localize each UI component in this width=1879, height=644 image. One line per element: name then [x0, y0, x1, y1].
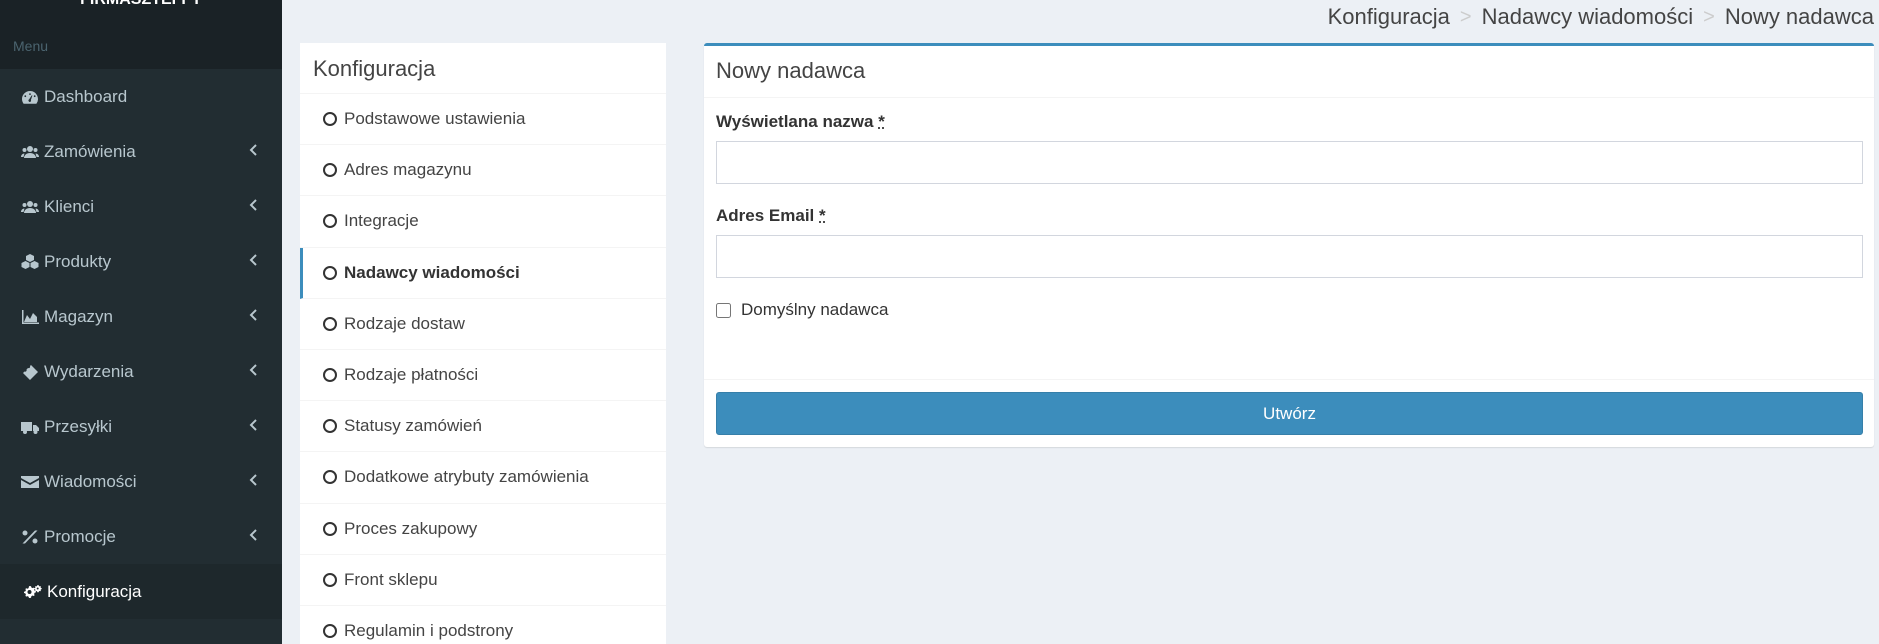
- circle-icon: [323, 163, 337, 178]
- email-input[interactable]: [716, 235, 1863, 278]
- config-item-label: Regulamin i podstrony: [344, 620, 514, 640]
- cubes-icon: [19, 253, 41, 271]
- config-item-nadawcy-wiadomosci[interactable]: Nadawcy wiadomości: [300, 247, 666, 299]
- circle-icon: [323, 470, 337, 485]
- config-item-label: Dodatkowe atrybuty zamówienia: [344, 467, 589, 487]
- required-mark: *: [878, 112, 885, 131]
- config-item-integracje[interactable]: Integracje: [300, 196, 666, 248]
- envelope-icon: [19, 473, 41, 491]
- sidebar-item-konfiguracja[interactable]: Konfiguracja: [0, 564, 282, 619]
- sidebar-item-zamowienia[interactable]: Zamówienia: [0, 124, 282, 179]
- sidebar-item-label: Promocje: [44, 526, 116, 546]
- config-item-regulamin[interactable]: Regulamin i podstrony: [300, 606, 666, 644]
- sidebar-item-label: Zamówienia: [44, 141, 136, 161]
- sidebar-item-wiadomosci[interactable]: Wiadomości: [0, 454, 282, 509]
- config-menu-panel: Konfiguracja Podstawowe ustawienia Adres…: [300, 43, 666, 644]
- users-icon: [19, 198, 41, 216]
- chevron-left-icon: [248, 418, 260, 431]
- sidebar-item-label: Produkty: [44, 251, 112, 271]
- default-sender-row: Domyślny nadawca: [716, 300, 1862, 320]
- sidebar-item-promocje[interactable]: Promocje: [0, 509, 282, 564]
- config-item-statusy-zamowien[interactable]: Statusy zamówień: [300, 401, 666, 453]
- circle-icon: [323, 368, 337, 383]
- sidebar-item-label: Wydarzenia: [44, 361, 134, 381]
- circle-icon: [323, 214, 337, 229]
- brand-logo[interactable]: FIRMASZTEFFY: [0, 0, 282, 27]
- config-item-label: Proces zakupowy: [344, 518, 478, 538]
- config-item-label: Podstawowe ustawienia: [344, 109, 526, 129]
- email-label-text: Adres Email: [716, 206, 815, 225]
- email-label: Adres Email *: [716, 206, 1862, 226]
- chevron-left-icon: [248, 528, 260, 541]
- sidebar-item-label: Magazyn: [44, 306, 113, 326]
- sidebar-item-klienci[interactable]: Klienci: [0, 179, 282, 234]
- chevron-left-icon: [248, 198, 260, 211]
- chevron-left-icon: [248, 143, 260, 156]
- truck-icon: [19, 418, 41, 436]
- circle-icon: [323, 623, 337, 638]
- config-item-adres-magazynu[interactable]: Adres magazynu: [300, 145, 666, 197]
- chevron-left-icon: [248, 473, 260, 486]
- form-title: Nowy nadawca: [704, 46, 1874, 98]
- circle-icon: [323, 316, 337, 331]
- breadcrumb-item-nadawcy[interactable]: Nadawcy wiadomości: [1482, 4, 1694, 30]
- sidebar-item-dashboard[interactable]: Dashboard: [0, 69, 282, 124]
- config-panel-title: Konfiguracja: [300, 43, 666, 94]
- config-item-front-sklepu[interactable]: Front sklepu: [300, 555, 666, 606]
- sidebar-item-produkty[interactable]: Produkty: [0, 234, 282, 289]
- breadcrumb-item-current: Nowy nadawca: [1724, 4, 1874, 29]
- circle-icon: [323, 112, 337, 127]
- sidebar-item-label: Dashboard: [44, 86, 128, 106]
- sidebar-item-magazyn[interactable]: Magazyn: [0, 289, 282, 344]
- percent-icon: [19, 528, 41, 546]
- config-item-dodatkowe-atrybuty[interactable]: Dodatkowe atrybuty zamówienia: [300, 452, 666, 504]
- default-sender-checkbox[interactable]: [716, 302, 731, 318]
- new-sender-form-panel: Nowy nadawca Wyświetlana nazwa * Adres E…: [704, 43, 1874, 447]
- create-button[interactable]: Utwórz: [716, 392, 1863, 435]
- circle-icon: [323, 572, 337, 587]
- ticket-icon: [19, 363, 41, 381]
- area-chart-icon: [19, 308, 41, 326]
- config-item-proces-zakupowy[interactable]: Proces zakupowy: [300, 504, 666, 555]
- breadcrumb-separator: >: [1703, 5, 1715, 28]
- sidebar-item-label: Wiadomości: [44, 471, 137, 491]
- sidebar-item-label: Konfiguracja: [47, 581, 142, 601]
- circle-icon: [323, 521, 337, 536]
- menu-header: Menu: [0, 27, 282, 69]
- config-item-podstawowe-ustawienia[interactable]: Podstawowe ustawienia: [300, 94, 666, 146]
- cogs-icon: [22, 583, 44, 601]
- sidebar-item-wydarzenia[interactable]: Wydarzenia: [0, 344, 282, 399]
- display-name-label: Wyświetlana nazwa *: [716, 112, 1862, 132]
- breadcrumb-item-konfiguracja[interactable]: Konfiguracja: [1328, 4, 1450, 30]
- users-icon: [19, 143, 41, 161]
- config-item-label: Adres magazynu: [344, 160, 472, 180]
- form-body: Wyświetlana nazwa * Adres Email * Domyśl…: [704, 98, 1874, 320]
- config-item-label: Front sklepu: [344, 569, 438, 589]
- sidebar: FIRMASZTEFFY Menu Dashboard Zamówienia K…: [0, 0, 282, 644]
- sidebar-item-label: Klienci: [44, 196, 95, 216]
- default-sender-label[interactable]: Domyślny nadawca: [741, 300, 888, 320]
- breadcrumb-separator: >: [1459, 5, 1472, 28]
- form-footer: Utwórz: [704, 379, 1874, 447]
- display-name-input[interactable]: [716, 141, 1863, 184]
- sidebar-item-label: Przesyłki: [44, 416, 113, 436]
- config-item-label: Nadawcy wiadomości: [344, 262, 520, 282]
- breadcrumb: Konfiguracja > Nadawcy wiadomości > Nowy…: [1328, 4, 1874, 30]
- config-item-rodzaje-platnosci[interactable]: Rodzaje płatności: [300, 350, 666, 402]
- chevron-left-icon: [248, 253, 260, 266]
- config-item-rodzaje-dostaw[interactable]: Rodzaje dostaw: [300, 299, 666, 350]
- config-item-label: Rodzaje płatności: [344, 365, 479, 385]
- config-item-label: Statusy zamówień: [344, 416, 482, 436]
- dashboard-icon: [19, 88, 41, 106]
- sidebar-item-przesylki[interactable]: Przesyłki: [0, 399, 282, 454]
- circle-icon: [323, 419, 337, 434]
- display-name-label-text: Wyświetlana nazwa: [716, 112, 874, 131]
- circle-icon: [323, 265, 337, 280]
- config-item-label: Integracje: [344, 211, 419, 231]
- config-item-label: Rodzaje dostaw: [344, 313, 465, 333]
- required-mark: *: [819, 206, 826, 225]
- chevron-left-icon: [248, 308, 260, 321]
- chevron-left-icon: [248, 363, 260, 376]
